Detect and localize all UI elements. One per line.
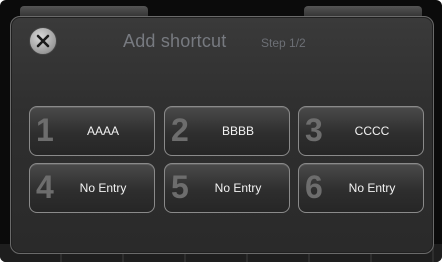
shortcut-slot-4[interactable]: 4 No Entry	[29, 163, 155, 213]
slot-number: 4	[36, 169, 54, 205]
shortcut-slot-2[interactable]: 2 BBBB	[164, 106, 290, 156]
close-button[interactable]	[29, 27, 57, 55]
slot-label: BBBB	[221, 124, 254, 138]
slot-number: 1	[36, 112, 54, 148]
dialog-title: Add shortcut	[123, 31, 227, 51]
slot-label: CCCC	[354, 124, 390, 138]
slot-number: 6	[305, 169, 323, 205]
slot-number: 5	[171, 169, 189, 205]
slot-label: AAAA	[86, 124, 119, 138]
slot-label: No Entry	[79, 181, 127, 195]
slot-label: No Entry	[214, 181, 262, 195]
step-indicator: Step 1/2	[261, 36, 306, 50]
slot-number: 2	[171, 112, 189, 148]
slot-label: No Entry	[348, 181, 396, 195]
shortcut-slot-1[interactable]: 1 AAAA	[29, 106, 155, 156]
shortcut-slot-5[interactable]: 5 No Entry	[164, 163, 290, 213]
shortcut-slot-3[interactable]: 3 CCCC	[298, 106, 424, 156]
screen: Add shortcut Step 1/2 1 AAAA 2 BBBB 3 CC…	[0, 0, 442, 262]
slot-number: 3	[305, 112, 323, 148]
shortcut-slot-6[interactable]: 6 No Entry	[298, 163, 424, 213]
shortcut-grid: 1 AAAA 2 BBBB 3 CCCC 4 No Entry 5 No Ent…	[29, 106, 424, 216]
add-shortcut-dialog: Add shortcut Step 1/2 1 AAAA 2 BBBB 3 CC…	[10, 16, 434, 254]
close-icon	[36, 34, 50, 48]
